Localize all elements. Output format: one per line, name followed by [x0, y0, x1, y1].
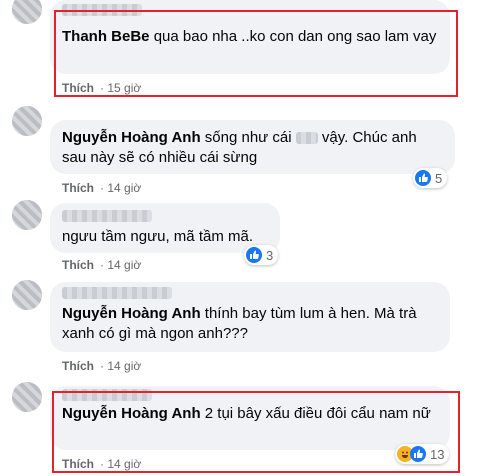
- blurred-header: [62, 287, 172, 299]
- like-link[interactable]: Thích: [62, 258, 94, 272]
- comment-time[interactable]: 14 giờ: [107, 359, 141, 373]
- avatar[interactable]: [12, 280, 42, 310]
- thumbs-up-icon: [415, 170, 431, 186]
- comment-text: sống như cái: [204, 129, 292, 146]
- highlight-box: [54, 10, 458, 97]
- comment-bubble: ngưu tầm ngưu, mã tầm mã.: [50, 203, 280, 253]
- censored-word: [295, 132, 318, 145]
- thumbs-up-icon: [246, 247, 262, 263]
- blurred-author: [62, 210, 152, 222]
- like-link[interactable]: Thích: [62, 181, 94, 195]
- reaction-summary[interactable]: 3: [244, 245, 279, 265]
- reaction-count: 5: [435, 170, 443, 186]
- reaction-summary[interactable]: 5: [413, 168, 448, 188]
- comment-meta: Thích · 14 giờ: [62, 258, 142, 272]
- avatar[interactable]: [12, 382, 42, 412]
- comment-bubble: Nguyễn Hoàng Anh sống như cái vậy. Chúc …: [50, 120, 455, 174]
- avatar[interactable]: [12, 106, 42, 136]
- comment-author[interactable]: Nguyễn Hoàng Anh: [62, 129, 201, 146]
- comment-bubble: Nguyễn Hoàng Anh thính bay tùm lum à hen…: [50, 282, 450, 352]
- comment-author[interactable]: Nguyễn Hoàng Anh: [62, 305, 201, 322]
- comment-meta: Thích · 14 giờ: [62, 359, 142, 373]
- comment-time[interactable]: 14 giờ: [107, 258, 141, 272]
- comment-time[interactable]: 14 giờ: [107, 181, 141, 195]
- comment-meta: Thích · 14 giờ: [62, 181, 142, 195]
- comment-text: ngưu tầm ngưu, mã tầm mã.: [62, 228, 253, 245]
- highlight-box: [52, 391, 460, 473]
- avatar[interactable]: [12, 200, 42, 230]
- like-link[interactable]: Thích: [62, 359, 94, 373]
- avatar[interactable]: [12, 0, 42, 24]
- reaction-count: 3: [266, 247, 274, 263]
